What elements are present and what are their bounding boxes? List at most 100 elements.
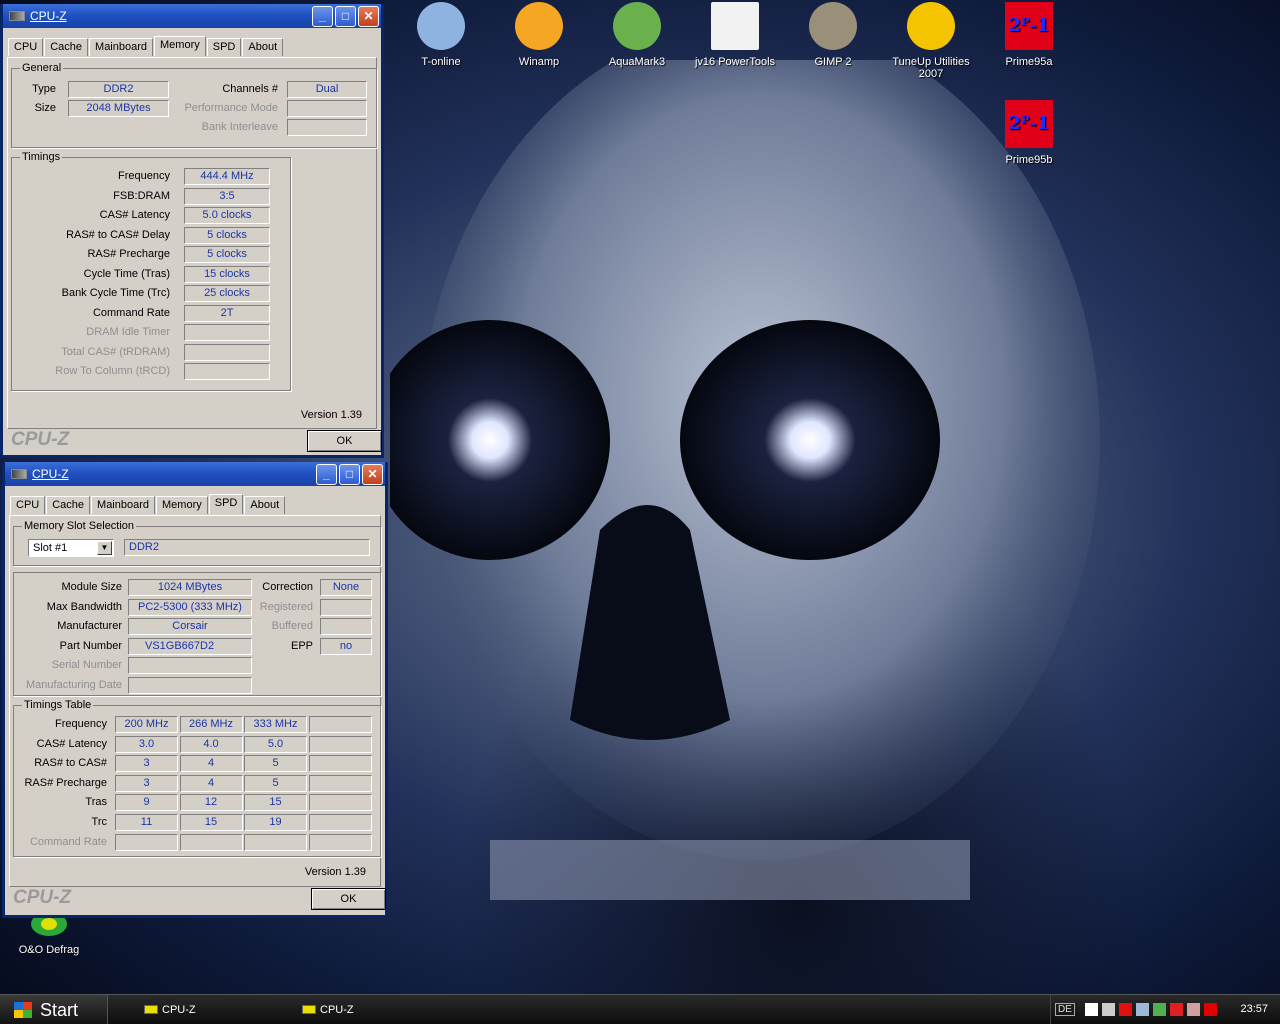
version-label: Version 1.39	[304, 866, 366, 878]
max-bandwidth-label: Max Bandwidth	[46, 601, 122, 613]
timings-table-group: Timings Table Frequency 200 MHz 266 MHz 333…	[13, 699, 381, 857]
timing-value: 25 clocks	[184, 285, 270, 302]
desktop-icon-tuneup-utilities-2007[interactable]: TuneUp Utilities 2007	[886, 2, 976, 80]
buffered-label: Buffered	[271, 620, 313, 632]
type-value: DDR2	[68, 81, 169, 98]
desktop-icon-t-online[interactable]: T-online	[396, 2, 486, 68]
tab-spd[interactable]: SPD	[206, 38, 242, 56]
max-bandwidth-value: PC2-5300 (333 MHz)	[128, 599, 252, 616]
task-label: CPU-Z	[162, 1004, 196, 1016]
taskbar-button-cpuz-2[interactable]: CPU-Z	[298, 999, 448, 1021]
tab-memory[interactable]: Memory	[156, 496, 208, 514]
tab-about[interactable]: About	[242, 38, 284, 56]
cpuz-logo-icon	[9, 11, 25, 21]
tab-memory[interactable]: Memory	[154, 36, 206, 56]
desktop-icon-prime95b[interactable]: 2ᴾ-1 Prime95b	[984, 100, 1074, 166]
maximize-button[interactable]: □	[339, 463, 360, 485]
group-label: Timings	[20, 151, 63, 163]
tab-cpu[interactable]: CPU	[10, 496, 46, 514]
minimize-button[interactable]: _	[312, 5, 333, 27]
slot-select[interactable]: Slot #1 ▼	[28, 539, 114, 557]
windows-flag-icon	[14, 1002, 32, 1018]
diamond-icon[interactable]	[1085, 1003, 1098, 1016]
serial-number-value	[128, 657, 252, 674]
tab-cache[interactable]: Cache	[44, 38, 89, 56]
desktop-icon-jv16-powertools[interactable]: jv16 PowerTools	[690, 2, 780, 68]
language-indicator[interactable]: DE	[1055, 1003, 1075, 1016]
timings-cell	[115, 833, 178, 851]
timings-cell	[308, 716, 372, 733]
prime95-icon: 2ᴾ-1	[1005, 2, 1053, 50]
tab-cache[interactable]: Cache	[46, 496, 91, 514]
timings-row-label: Tras	[85, 796, 107, 809]
desktop-icon-gimp-2[interactable]: GIMP 2	[788, 2, 878, 68]
type-label: Type	[32, 83, 56, 95]
winamp-lightning-icon	[515, 2, 563, 50]
desktop-icon-aquamark3[interactable]: AquaMark3	[592, 2, 682, 68]
timings-cell: 266 MHz	[179, 716, 243, 733]
correction-value: None	[320, 579, 372, 596]
timings-row-label: RAS# to CAS#	[34, 757, 107, 770]
registered-value	[320, 599, 372, 616]
part-number-label: Part Number	[59, 640, 122, 652]
maximize-button[interactable]: □	[335, 5, 356, 27]
shield-icon[interactable]	[1153, 1003, 1166, 1016]
network-icon[interactable]	[1136, 1003, 1149, 1016]
aquamark-clover-icon	[613, 2, 661, 50]
tab-spd[interactable]: SPD	[208, 494, 244, 514]
memory-slot-group: Memory Slot Selection Slot #1 ▼ DDR2	[13, 520, 381, 566]
timings-cell: 11	[115, 814, 178, 831]
desktop-icon-label: AquaMark3	[608, 56, 666, 68]
clock[interactable]: 23:57	[1240, 1003, 1268, 1015]
timing-value	[184, 363, 270, 380]
timing-label: FSB:DRAM	[113, 189, 170, 202]
meter-icon[interactable]	[1170, 1003, 1183, 1016]
group-label: General	[20, 62, 64, 74]
minimize-button[interactable]: _	[316, 463, 337, 485]
task-label: CPU-Z	[320, 1004, 354, 1016]
serial-number-label: Serial Number	[51, 659, 122, 671]
ok-button[interactable]: OK	[311, 888, 386, 910]
tab-about[interactable]: About	[244, 496, 286, 514]
ok-button[interactable]: OK	[307, 430, 382, 452]
desktop-icon-label: jv16 PowerTools	[694, 56, 776, 68]
tab-strip: CPU Cache Mainboard Memory SPD About	[10, 494, 286, 514]
lightbulb-icon	[711, 2, 759, 50]
desktop-icon-winamp[interactable]: Winamp	[494, 2, 584, 68]
desktop-icon-label: Prime95a	[1005, 56, 1053, 68]
timings-cell: 5.0	[244, 735, 307, 753]
module-size-value: 1024 MBytes	[128, 579, 252, 596]
taskbar-button-cpuz-1[interactable]: CPU-Z	[140, 999, 290, 1021]
close-button[interactable]: ✕	[358, 5, 379, 27]
start-button[interactable]: Start	[0, 995, 108, 1024]
tab-mainboard[interactable]: Mainboard	[89, 38, 154, 56]
buffered-value	[320, 618, 372, 635]
tab-strip: CPU Cache Mainboard Memory SPD About	[8, 36, 284, 56]
size-label: Size	[34, 102, 56, 114]
taskbar: Start CPU-Z CPU-Z DE 23:57	[0, 994, 1280, 1024]
antivirus-icon[interactable]	[1204, 1003, 1217, 1016]
tab-cpu[interactable]: CPU	[8, 38, 44, 56]
cpu-z-tray-icon[interactable]	[1102, 1003, 1115, 1016]
title-bar[interactable]: CPU-Z _ □ ✕	[3, 4, 381, 28]
timing-value: 5 clocks	[184, 226, 270, 244]
desktop-icon-label: Prime95b	[1005, 154, 1053, 166]
ati-icon[interactable]	[1119, 1003, 1132, 1016]
timings-cell	[308, 814, 372, 831]
cpuz-spd-window: CPU-Z _ □ ✕ CPU Cache Mainboard Memory SPD Ab…	[2, 462, 388, 918]
title-bar[interactable]: CPU-Z _ □ ✕	[5, 462, 385, 486]
cpuz-footer-logo: CPU-Z	[13, 887, 72, 908]
timing-value	[184, 343, 270, 361]
timing-value: 15 clocks	[184, 265, 270, 283]
desktop-icon-defrag[interactable]: O&O Defrag	[4, 912, 94, 956]
tab-mainboard[interactable]: Mainboard	[91, 496, 156, 514]
module-size-label: Module Size	[61, 581, 122, 593]
chevron-down-icon[interactable]: ▼	[97, 541, 112, 555]
close-button[interactable]: ✕	[362, 463, 383, 485]
timings-cell	[308, 833, 372, 851]
epp-value: no	[320, 638, 372, 655]
tab-panel-memory: General Type DDR2 Size 2048 MBytes Chann…	[7, 57, 377, 429]
desktop-icon-prime95a[interactable]: 2ᴾ-1 Prime95a	[984, 2, 1074, 68]
slot-selected-value: Slot #1	[33, 542, 68, 554]
flag-icon[interactable]	[1187, 1003, 1200, 1016]
